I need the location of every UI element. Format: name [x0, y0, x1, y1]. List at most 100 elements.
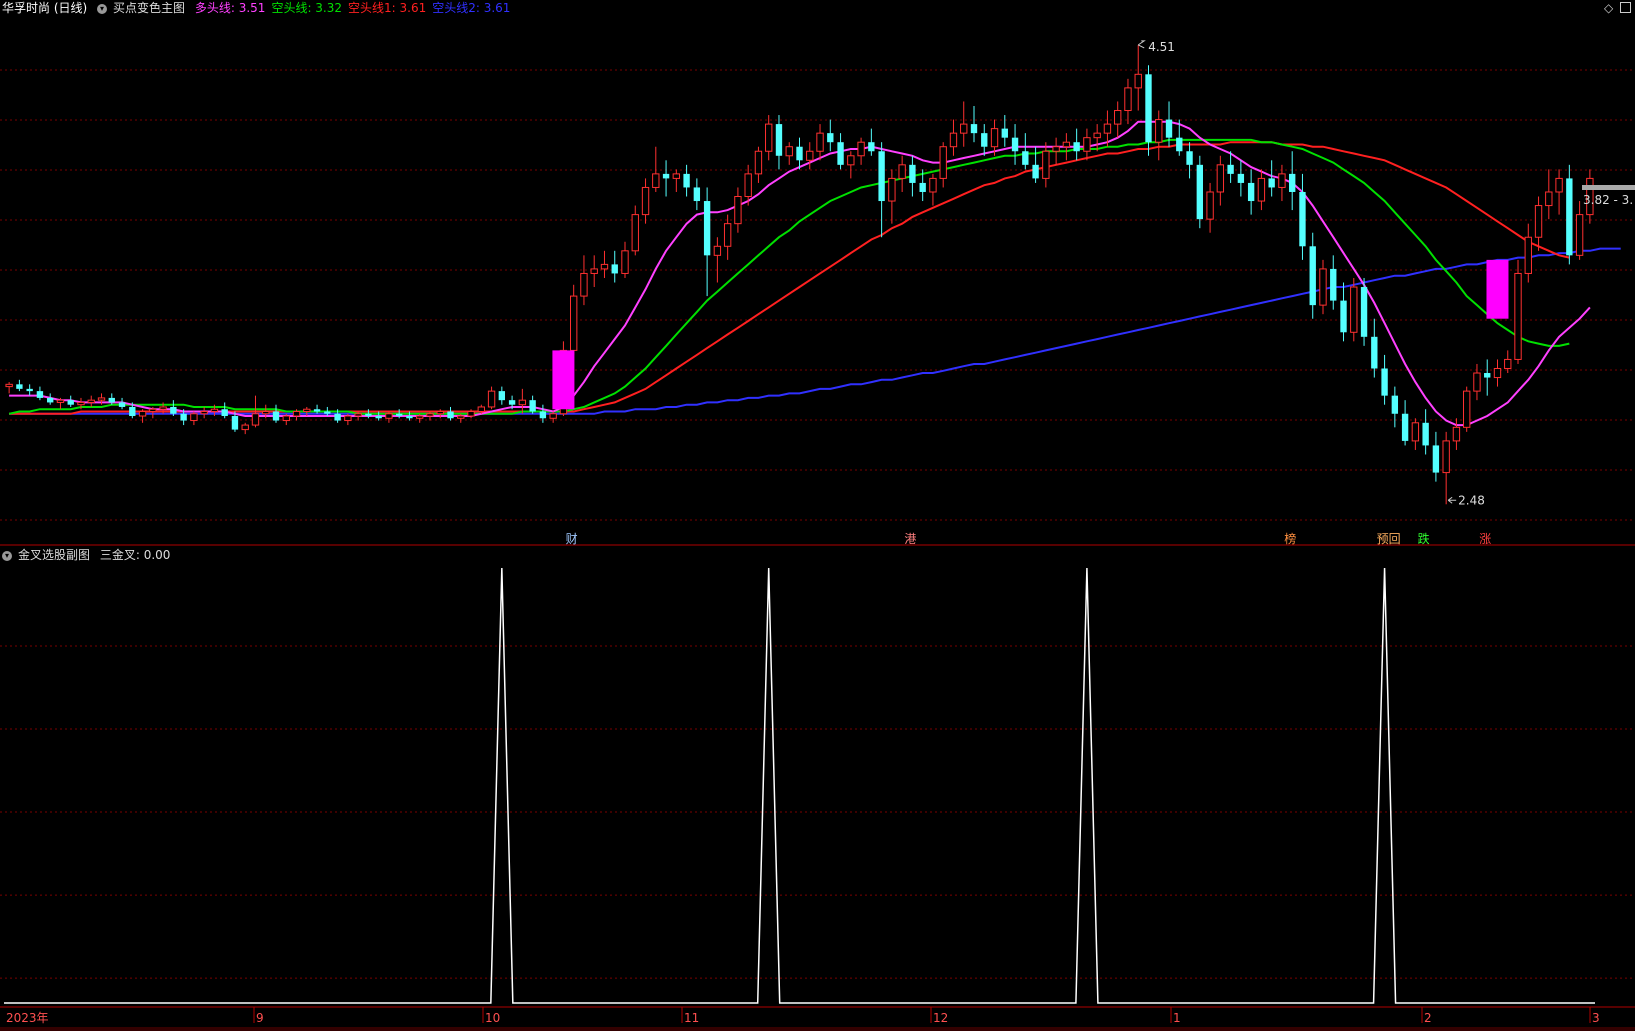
ma-lines — [8, 120, 1621, 427]
candle-body — [1155, 119, 1163, 143]
candle — [1484, 359, 1491, 396]
candle — [1473, 363, 1481, 401]
candle — [1145, 65, 1152, 156]
candle-body — [909, 164, 916, 183]
candle-body — [97, 397, 106, 401]
candle — [1401, 400, 1409, 446]
kline-chart[interactable]: 4.512.483.82 - 3. 2023年 9 10 11 12 1 2 3 — [0, 0, 1635, 1031]
candle-body — [447, 411, 454, 419]
candle-body — [1145, 74, 1152, 143]
candle — [878, 142, 885, 238]
candle-body — [1052, 146, 1060, 152]
candle-body — [827, 133, 834, 143]
candle — [580, 255, 588, 306]
candle — [5, 382, 13, 394]
candle-body — [1371, 336, 1378, 369]
candle-body — [1186, 151, 1193, 165]
candle — [1011, 124, 1019, 165]
candle-body — [67, 400, 74, 405]
sub-indicator-name[interactable]: 金叉选股副图 — [18, 548, 90, 562]
candle-body — [713, 245, 722, 256]
candle-body — [734, 196, 742, 225]
candle — [1319, 259, 1327, 315]
candle-body — [765, 123, 773, 152]
signal-tag: 跌 — [1417, 532, 1430, 546]
candle — [1155, 110, 1163, 161]
candle-body — [529, 400, 536, 412]
candle-body — [518, 399, 527, 406]
axis-label-10: 10 — [485, 1011, 500, 1025]
buy-signal-box — [1486, 259, 1509, 319]
low-arrow — [1447, 496, 1457, 504]
candle — [765, 115, 773, 161]
candle-body — [590, 268, 598, 274]
candle-body — [1309, 246, 1316, 306]
candle-body — [929, 177, 937, 193]
candle-body — [138, 410, 147, 417]
candle — [898, 155, 906, 192]
price-markers: 4.51 2.48 3.82 - 3. — [1137, 40, 1635, 507]
signal-tag: 榜 — [1284, 532, 1297, 546]
candle-body — [1289, 173, 1296, 192]
candle-body — [1062, 141, 1071, 148]
candle-body — [652, 173, 660, 188]
candle — [1186, 142, 1193, 179]
candle — [1022, 133, 1029, 170]
candle-body — [1514, 272, 1522, 360]
candle-body — [1545, 191, 1553, 207]
candle — [837, 133, 844, 170]
candle-body — [149, 408, 157, 412]
candle-body — [600, 263, 609, 270]
candle — [796, 137, 803, 170]
candle-body — [129, 406, 136, 417]
candle — [621, 241, 629, 278]
candle — [36, 386, 44, 401]
candle-body — [1452, 426, 1461, 442]
candle-body — [1484, 373, 1491, 378]
candle — [1083, 128, 1091, 161]
candle-body — [416, 415, 424, 419]
candle-body — [365, 413, 372, 417]
axis-label-2023年: 2023年 — [6, 1011, 49, 1025]
candle-body — [108, 397, 115, 403]
current-price-bar — [1582, 185, 1635, 190]
candle-body — [436, 410, 444, 415]
candle — [1371, 318, 1378, 378]
candle-body — [703, 201, 711, 256]
candle — [118, 397, 126, 410]
axis-label-9: 9 — [256, 1011, 264, 1025]
candle — [447, 406, 454, 421]
candle-body — [775, 124, 783, 156]
axis-label-11: 11 — [684, 1011, 699, 1025]
candle-body — [241, 424, 249, 431]
candle — [47, 393, 54, 405]
candle-body — [508, 400, 516, 405]
candle-body — [1022, 151, 1029, 165]
candle-body — [837, 142, 844, 165]
candle — [518, 388, 527, 414]
candle-body — [981, 133, 988, 147]
high-price-label: 4.51 — [1148, 40, 1175, 54]
candle-body — [159, 406, 167, 410]
candle-body — [467, 410, 475, 417]
candle-body — [1176, 137, 1183, 152]
candle-body — [1391, 395, 1399, 414]
candle-body — [262, 410, 270, 415]
candle-body — [1534, 205, 1543, 238]
signal-tag: 预回 — [1376, 532, 1401, 546]
candle — [569, 284, 578, 355]
candle-body — [1247, 182, 1255, 202]
candle-body — [806, 150, 814, 161]
candle-body — [5, 383, 13, 388]
candle — [1534, 196, 1543, 251]
candle — [827, 119, 834, 152]
candle — [1206, 182, 1214, 233]
candle — [1237, 160, 1245, 197]
candle-body — [1566, 178, 1573, 256]
candle-body — [1463, 390, 1471, 428]
sub-indicator-toggle-icon[interactable]: ▾ — [2, 550, 12, 561]
candle — [498, 386, 506, 405]
candle-body — [26, 388, 33, 392]
candle — [1124, 78, 1132, 125]
candle-body — [47, 397, 54, 403]
